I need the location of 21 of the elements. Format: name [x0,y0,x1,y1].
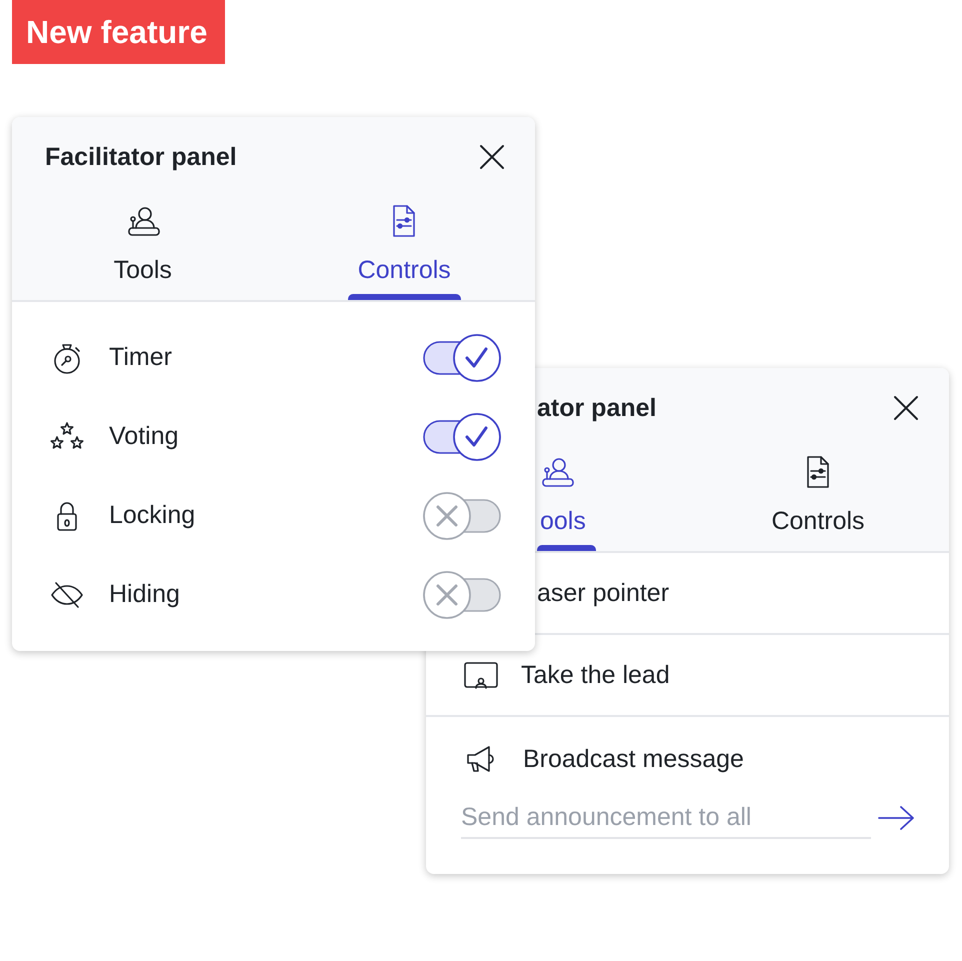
tool-label[interactable]: Broadcast message [523,744,744,774]
control-label: Hiding [109,580,181,609]
close-button[interactable] [478,143,506,171]
toggle-switch[interactable] [422,412,502,462]
new-feature-badge: New feature [12,0,226,64]
panel-title: Facilitator panel [45,142,237,172]
control-label: Locking [109,501,196,530]
input-field[interactable]: Send announcement to all [461,799,871,839]
control-label: Voting [109,422,180,451]
tool-label[interactable]: aser pointer [537,578,670,608]
panel-tab[interactable]: Controls [687,452,949,551]
panel-tab[interactable]: Tools [12,201,274,300]
close-button[interactable] [892,394,920,422]
tool-label[interactable]: Take the lead [521,660,670,690]
toggle-switch[interactable] [422,490,502,540]
toggle-switch[interactable] [422,570,502,620]
panel-title: ator panel [537,393,656,423]
panel-tab[interactable]: ools [537,452,687,551]
toggle-switch[interactable] [422,332,502,382]
control-label: Timer [109,343,173,372]
panel-tab[interactable]: Controls [274,201,535,300]
